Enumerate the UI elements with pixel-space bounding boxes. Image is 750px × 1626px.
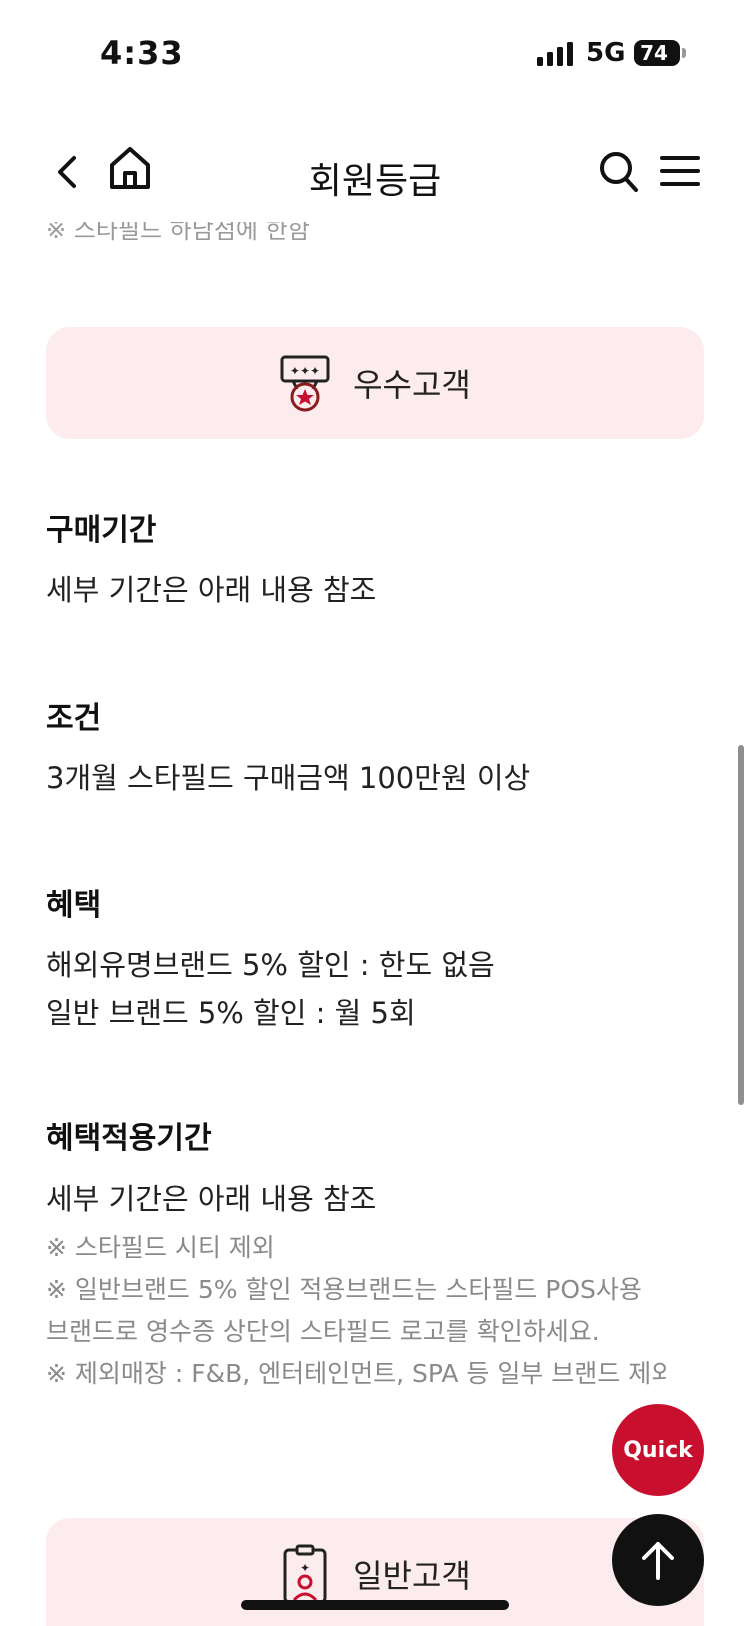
clipped-note: ※ 스타필드 하남점에 한함 — [46, 222, 346, 242]
section-text-period: 세부 기간은 아래 내용 참조 — [46, 573, 377, 607]
benefit-line-1: 해외유명브랜드 5% 할인 : 한도 없음 — [46, 948, 495, 982]
status-time: 4:33 — [100, 34, 184, 72]
search-icon[interactable] — [598, 150, 640, 194]
section-title-benefit: 혜택 — [46, 888, 102, 923]
benefit-line-2: 일반 브랜드 5% 할인 : 월 5회 — [46, 996, 416, 1030]
grade-label: 일반고객 — [353, 1557, 471, 1595]
section-text-benefit-period: 세부 기간은 아래 내용 참조 — [46, 1182, 377, 1216]
note-line: ※ 일반브랜드 5% 할인 적용브랜드는 스타필드 POS사용 — [46, 1275, 642, 1304]
battery-icon: 74 — [634, 40, 680, 66]
note-line: ※ 스타필드 시티 제외 — [46, 1233, 275, 1262]
clipped-note-text: ※ 스타필드 하남점에 한함 — [46, 222, 310, 242]
section-text-condition: 3개월 스타필드 구매금액 100만원 이상 — [46, 761, 531, 795]
badge-icon: ✦ — [283, 1544, 327, 1604]
home-indicator — [241, 1600, 509, 1610]
section-title-condition: 조건 — [46, 701, 102, 736]
network-label: 5G — [586, 38, 626, 68]
note-line: ※ 제외매장 : F&B, 엔터테인먼트, SPA 등 일부 브랜드 제외 — [46, 1359, 666, 1388]
arrow-up-icon — [642, 1542, 674, 1580]
menu-icon[interactable] — [660, 154, 700, 188]
svg-text:✦: ✦ — [300, 1561, 310, 1575]
signal-icon — [537, 42, 573, 66]
quick-button-label: Quick — [623, 1437, 693, 1463]
grade-label: 우수고객 — [353, 366, 471, 404]
svg-text:✦✦✦: ✦✦✦ — [290, 364, 320, 378]
scrollbar[interactable] — [738, 745, 744, 1105]
section-title-benefit-period: 혜택적용기간 — [46, 1121, 212, 1156]
quick-button[interactable]: Quick — [612, 1404, 704, 1496]
scroll-top-button[interactable] — [612, 1514, 704, 1606]
battery-cap — [682, 48, 686, 58]
note-line: 브랜드로 영수증 상단의 스타필드 로고를 확인하세요. — [46, 1317, 600, 1346]
status-bar: 4:33 5G 74 — [0, 0, 750, 110]
grade-card-excellent[interactable]: ✦✦✦ 우수고객 — [46, 327, 704, 439]
battery-level: 74 — [640, 41, 668, 65]
section-title-period: 구매기간 — [46, 513, 157, 548]
grade-card-inner: ✦✦✦ 우수고객 — [46, 327, 704, 439]
nav-bar: 회원등급 — [0, 130, 750, 220]
medal-icon: ✦✦✦ — [280, 355, 330, 412]
